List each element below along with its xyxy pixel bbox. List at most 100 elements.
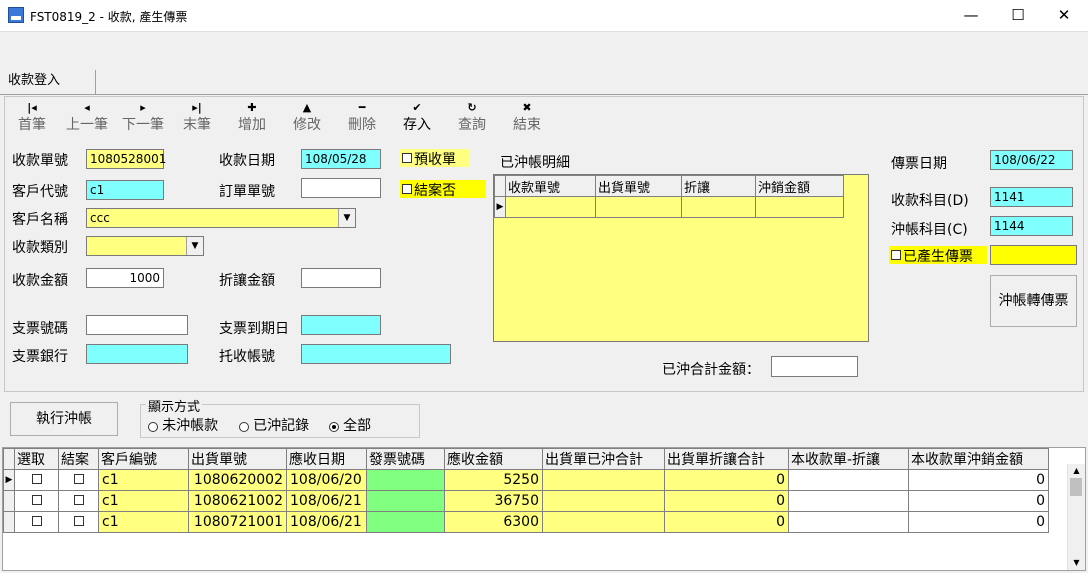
convert-to-voucher-button[interactable]: 沖帳轉傳票 [990, 275, 1077, 327]
column-header[interactable]: 折讓 [681, 175, 756, 197]
offset-total-label: 已沖合計金額： [662, 362, 760, 378]
grid-header: 選取 結案 客戶編號 出貨單號 應收日期 發票號碼 應收金額 出貨單已沖合計 出… [3, 448, 1049, 470]
edit-button[interactable]: ▲ 修改 [279, 100, 335, 136]
column-header[interactable]: 本收款單-折讓 [788, 448, 909, 470]
table-row[interactable]: c1 1080621002 108/06/21 36750 0 0 [3, 490, 1049, 512]
checkbox-icon [402, 153, 412, 163]
check-bank-field[interactable] [86, 344, 188, 364]
scroll-down-icon[interactable]: ▼ [1068, 556, 1085, 570]
radio-offset-records[interactable]: 已沖記錄 [239, 415, 309, 435]
column-header[interactable]: 選取 [14, 448, 59, 470]
collection-acct-label: 托收帳號 [219, 349, 275, 365]
amount-label: 收款金額 [12, 273, 68, 289]
receipt-no-field[interactable]: 1080528001 [86, 149, 166, 169]
offset-detail-title: 已沖帳明細 [500, 155, 570, 171]
chevron-down-icon[interactable]: ▼ [186, 237, 203, 255]
receipt-date-field[interactable]: 108/05/28 [301, 149, 381, 169]
discount-label: 折讓金額 [219, 273, 275, 289]
refresh-icon: ↻ [467, 101, 477, 114]
check-due-field[interactable] [301, 315, 381, 335]
column-header[interactable]: 出貨單折讓合計 [664, 448, 789, 470]
closed-checkbox[interactable]: 結案否 [400, 180, 486, 199]
first-icon: |◂ [27, 101, 37, 114]
prev-record-button[interactable]: ◂ 上一筆 [59, 100, 115, 136]
tab-receipt-entry[interactable]: 收款登入 [2, 70, 96, 94]
radio-all[interactable]: 全部 [329, 415, 371, 435]
discount-field[interactable] [301, 268, 381, 288]
minus-icon: ━ [358, 101, 366, 114]
grid-vertical-scrollbar[interactable]: ▲ ▼ [1067, 464, 1085, 570]
order-no-field[interactable] [301, 178, 381, 198]
voucher-generated-field [990, 245, 1077, 265]
offset-total-field [771, 356, 858, 377]
check-no-field[interactable] [86, 315, 188, 335]
column-header[interactable]: 收款單號 [505, 175, 596, 197]
voucher-date-label: 傳票日期 [891, 156, 947, 172]
column-header[interactable]: 應收金額 [444, 448, 543, 470]
radio-unpaid[interactable]: 未沖帳款 [148, 415, 218, 435]
customer-name-select[interactable]: ccc ▼ [86, 208, 356, 228]
column-header[interactable]: 本收款單沖銷金額 [908, 448, 1049, 470]
select-checkbox[interactable] [31, 495, 42, 505]
next-record-button[interactable]: ▸ 下一筆 [115, 100, 171, 136]
order-no-label: 訂單單號 [219, 184, 275, 200]
credit-account-label: 沖帳科目(C) [891, 222, 968, 238]
checkbox-icon [891, 250, 901, 260]
radio-icon [239, 421, 249, 432]
prepaid-checkbox[interactable]: 預收單 [400, 149, 470, 168]
table-row[interactable]: ▶ c1 1080620002 108/06/20 5250 0 0 [3, 469, 1049, 491]
column-header[interactable]: 出貨單已沖合計 [542, 448, 665, 470]
save-button[interactable]: ✔ 存入 [389, 100, 445, 136]
receipt-date-label: 收款日期 [219, 153, 275, 169]
scroll-thumb[interactable] [1070, 478, 1082, 496]
offset-detail-header: 收款單號 出貨單號 折讓 沖銷金額 [494, 175, 844, 197]
select-checkbox[interactable] [31, 516, 42, 526]
offset-detail-table: 收款單號 出貨單號 折讓 沖銷金額 ▶ [494, 175, 844, 218]
check-due-label: 支票到期日 [219, 321, 289, 337]
table-row[interactable]: ▶ [494, 196, 844, 218]
column-header[interactable]: 發票號碼 [366, 448, 445, 470]
table-row[interactable]: c1 1080721001 108/06/21 6300 0 0 [3, 511, 1049, 533]
maximize-button[interactable]: ☐ [995, 0, 1041, 31]
next-icon: ▸ [140, 101, 146, 114]
debit-account-field[interactable]: 1141 [990, 187, 1073, 207]
minimize-button[interactable]: — [948, 0, 994, 31]
column-header[interactable]: 客戶編號 [98, 448, 189, 470]
check-bank-label: 支票銀行 [12, 349, 68, 365]
last-icon: ▸| [192, 101, 202, 114]
column-header[interactable]: 應收日期 [286, 448, 367, 470]
offset-detail-grid[interactable]: 收款單號 出貨單號 折讓 沖銷金額 ▶ [493, 174, 869, 342]
column-header[interactable]: 沖銷金額 [755, 175, 844, 197]
column-header[interactable]: 結案 [58, 448, 99, 470]
voucher-date-field[interactable]: 108/06/22 [990, 150, 1073, 170]
column-header[interactable]: 出貨單號 [595, 175, 682, 197]
closed-row-checkbox[interactable] [73, 495, 84, 505]
receipt-type-select[interactable]: ▼ [86, 236, 204, 256]
x-icon: ✖ [522, 101, 532, 114]
closed-row-checkbox[interactable] [73, 474, 84, 484]
column-header[interactable]: 出貨單號 [188, 448, 287, 470]
collection-acct-field[interactable] [301, 344, 451, 364]
radio-selected-icon [329, 421, 339, 432]
exit-button[interactable]: ✖ 結束 [499, 100, 555, 136]
checkbox-icon [402, 184, 412, 194]
customer-code-field[interactable]: c1 [86, 180, 164, 200]
amount-field[interactable]: 1000 [86, 268, 164, 288]
voucher-generated-checkbox[interactable]: 已產生傳票 [889, 246, 987, 265]
tab-strip [0, 70, 1088, 95]
window-title: FST0819_2 - 收款, 產生傳票 [30, 10, 188, 24]
first-record-button[interactable]: |◂ 首筆 [4, 100, 60, 136]
delete-button[interactable]: ━ 刪除 [334, 100, 390, 136]
credit-account-field[interactable]: 1144 [990, 216, 1073, 236]
closed-row-checkbox[interactable] [73, 516, 84, 526]
execute-offset-button[interactable]: 執行沖帳 [10, 402, 118, 436]
add-button[interactable]: ✚ 增加 [224, 100, 280, 136]
select-checkbox[interactable] [31, 474, 42, 484]
chevron-down-icon[interactable]: ▼ [338, 209, 355, 227]
last-record-button[interactable]: ▸| 末筆 [169, 100, 225, 136]
receivables-grid: 選取 結案 客戶編號 出貨單號 應收日期 發票號碼 應收金額 出貨單已沖合計 出… [2, 447, 1086, 571]
close-button[interactable]: ✕ [1041, 0, 1087, 31]
row-pointer-icon: ▶ [494, 196, 506, 218]
scroll-up-icon[interactable]: ▲ [1068, 464, 1085, 478]
query-button[interactable]: ↻ 查詢 [444, 100, 500, 136]
